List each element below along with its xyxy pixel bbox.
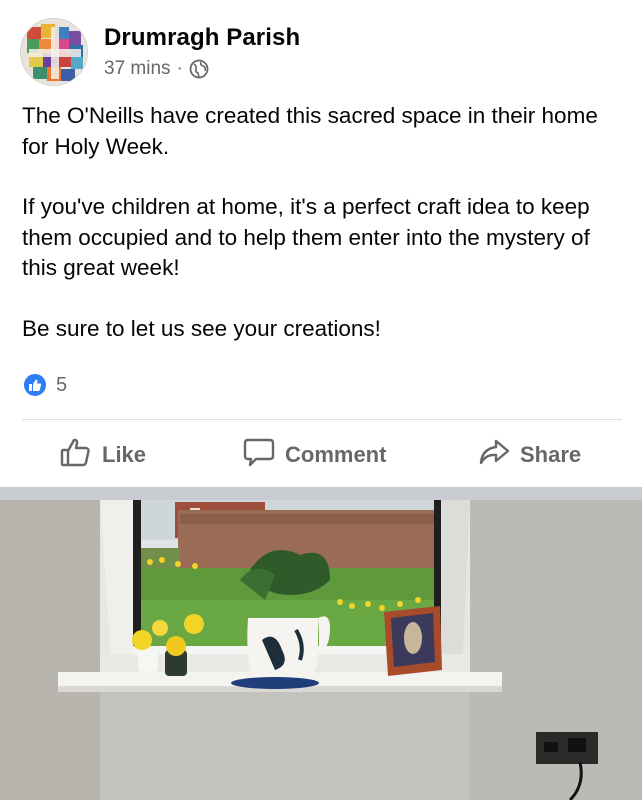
post-text: The O'Neills have created this sacred sp…: [22, 101, 622, 374]
post-paragraph: The O'Neills have created this sacred sp…: [22, 103, 598, 159]
share-icon: [478, 437, 520, 473]
post-actions: Like Comment Share: [0, 430, 642, 480]
like-label: Like: [102, 442, 147, 467]
globe-icon: [189, 59, 209, 79]
comment-icon: [243, 437, 285, 473]
post-photo[interactable]: [0, 500, 642, 800]
page-name[interactable]: Drumragh Parish: [104, 24, 300, 52]
reaction-count: 5: [56, 373, 68, 396]
post-paragraph: If you've children at home, it's a perfe…: [22, 194, 590, 280]
comment-button[interactable]: Comment: [243, 430, 386, 480]
meta-separator: ·: [176, 58, 183, 79]
post-meta: 37 mins ·: [104, 58, 300, 80]
photo-separator: [0, 487, 642, 500]
page-avatar[interactable]: [20, 18, 88, 86]
reactions-summary[interactable]: 5: [22, 372, 67, 398]
post-timestamp[interactable]: 37 mins: [104, 58, 171, 80]
post-header: Drumragh Parish 37 mins ·: [20, 18, 620, 90]
share-label: Share: [520, 442, 582, 467]
comment-label: Comment: [285, 442, 387, 467]
thumbs-up-icon: [22, 372, 48, 398]
divider: [22, 419, 622, 420]
share-button[interactable]: Share: [478, 430, 581, 480]
post-paragraph: Be sure to let us see your creations!: [22, 315, 381, 341]
like-button[interactable]: Like: [60, 430, 146, 480]
thumbs-up-outline-icon: [60, 437, 102, 473]
